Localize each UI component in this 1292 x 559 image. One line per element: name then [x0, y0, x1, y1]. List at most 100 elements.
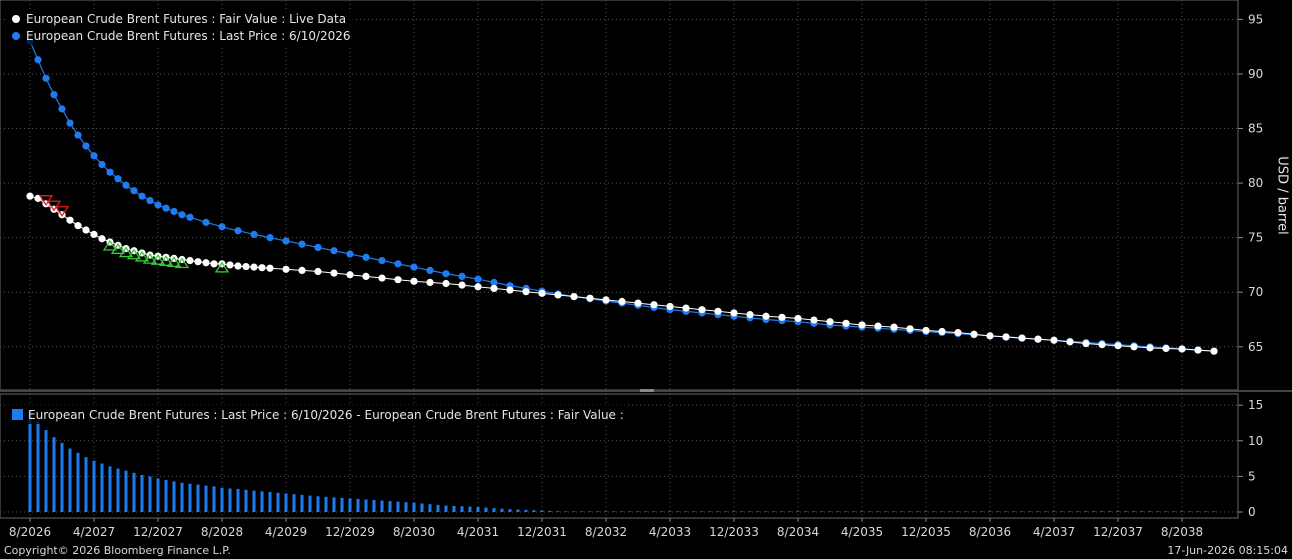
fair-value-point	[682, 304, 690, 312]
fair-value-point	[1146, 344, 1154, 352]
x-tick-label: 12/2029	[325, 525, 375, 539]
legend-item-last-price[interactable]: European Crude Brent Futures : Last Pric…	[12, 27, 351, 44]
y-tick-label: 80	[1248, 176, 1263, 190]
fair-value-point	[1098, 341, 1106, 349]
last-price-point	[394, 260, 402, 268]
last-price-point	[50, 91, 58, 99]
spread-bar	[188, 483, 192, 512]
spread-bar	[500, 508, 504, 512]
spread-bar	[940, 511, 944, 512]
spread-bar	[68, 448, 72, 512]
spread-bar	[700, 511, 704, 512]
spread-bar	[996, 511, 1000, 512]
spread-bar	[460, 506, 464, 512]
spread-bar	[1036, 511, 1040, 512]
spread-bar	[780, 511, 784, 512]
fair-value-point	[82, 226, 90, 234]
spread-bar	[452, 505, 456, 512]
spread-bar	[1084, 511, 1088, 512]
spread-bar	[468, 506, 472, 512]
spread-bar	[1028, 511, 1032, 512]
spread-bar	[1180, 511, 1184, 512]
fair-value-point	[906, 325, 914, 333]
spread-bar	[764, 511, 768, 512]
fair-value-point	[810, 316, 818, 324]
fair-value-point	[234, 262, 242, 270]
spread-bar	[644, 511, 648, 512]
fair-value-point	[602, 296, 610, 304]
fair-value-point	[938, 327, 946, 336]
spread-bar	[420, 503, 424, 512]
x-tick-label: 4/2033	[649, 525, 691, 539]
spread-bar	[1188, 511, 1192, 512]
spread-bar	[708, 511, 712, 512]
fair-value-point	[194, 258, 202, 266]
fair-value-point	[506, 286, 514, 294]
last-price-point	[90, 152, 98, 160]
spread-bar	[244, 489, 248, 512]
spread-bar	[812, 511, 816, 512]
spread-bar	[964, 511, 968, 512]
upper-panel-frame	[0, 0, 1239, 391]
fair-value-point	[666, 302, 674, 311]
fair-value-point	[714, 307, 722, 315]
legend-label-spread: European Crude Brent Futures : Last Pric…	[28, 407, 624, 422]
spread-bar	[508, 509, 512, 512]
legend-item-spread[interactable]: European Crude Brent Futures : Last Pric…	[12, 406, 624, 423]
spread-bar	[1156, 511, 1160, 512]
spread-bar	[116, 468, 120, 512]
spread-bar	[292, 494, 296, 512]
last-price-point	[250, 230, 258, 238]
fair-value-point	[778, 313, 786, 321]
spread-bar	[236, 488, 240, 512]
x-tick-label: 12/2037	[1093, 525, 1143, 539]
spread-bar	[380, 500, 384, 512]
spread-bar	[692, 511, 696, 512]
fair-value-point	[282, 265, 290, 273]
spread-bar	[724, 511, 728, 512]
fair-value-point	[202, 259, 210, 267]
x-tick-label: 12/2027	[133, 525, 183, 539]
spread-bar	[1044, 511, 1048, 512]
last-price-point	[330, 247, 338, 255]
fair-value-point	[1066, 338, 1074, 346]
last-price-point	[410, 263, 418, 271]
last-price-point	[114, 175, 122, 183]
x-tick-label: 8/2038	[1161, 525, 1203, 539]
spread-bar	[204, 485, 208, 512]
fair-value-point	[842, 319, 850, 327]
spread-bar	[404, 502, 408, 512]
spread-bar	[372, 500, 376, 512]
last-price-point	[442, 270, 450, 278]
x-tick-label: 4/2031	[457, 525, 499, 539]
fair-value-point	[458, 281, 466, 289]
spread-bar	[212, 486, 216, 512]
spread-bar	[1068, 511, 1072, 512]
fair-value-point	[746, 311, 754, 319]
legend-item-fair-value[interactable]: European Crude Brent Futures : Fair Valu…	[12, 10, 351, 27]
spread-bar	[676, 511, 680, 512]
y-tick-label: 10	[1248, 434, 1263, 448]
spread-bar	[276, 492, 280, 512]
spread-bar	[148, 476, 152, 512]
spread-bar	[652, 511, 656, 512]
fair-value-point	[426, 278, 434, 287]
spread-bar	[1212, 511, 1216, 512]
last-price-point	[186, 213, 194, 221]
spread-bar	[140, 474, 144, 512]
last-price-point	[162, 204, 170, 212]
last-price-point	[74, 131, 82, 139]
fair-value-point	[330, 269, 338, 277]
fair-value-point	[874, 322, 882, 330]
fair-value-point	[314, 267, 322, 276]
fair-value-point	[26, 192, 34, 200]
spread-bar	[1196, 511, 1200, 512]
spread-bar	[444, 505, 448, 512]
last-price-point	[458, 272, 466, 281]
spread-bar	[100, 463, 104, 512]
spread-bar	[1012, 511, 1016, 512]
spread-bar	[604, 511, 608, 512]
spread-bar	[436, 504, 440, 512]
fair-value-point	[298, 266, 306, 274]
spread-bar	[1132, 511, 1136, 512]
